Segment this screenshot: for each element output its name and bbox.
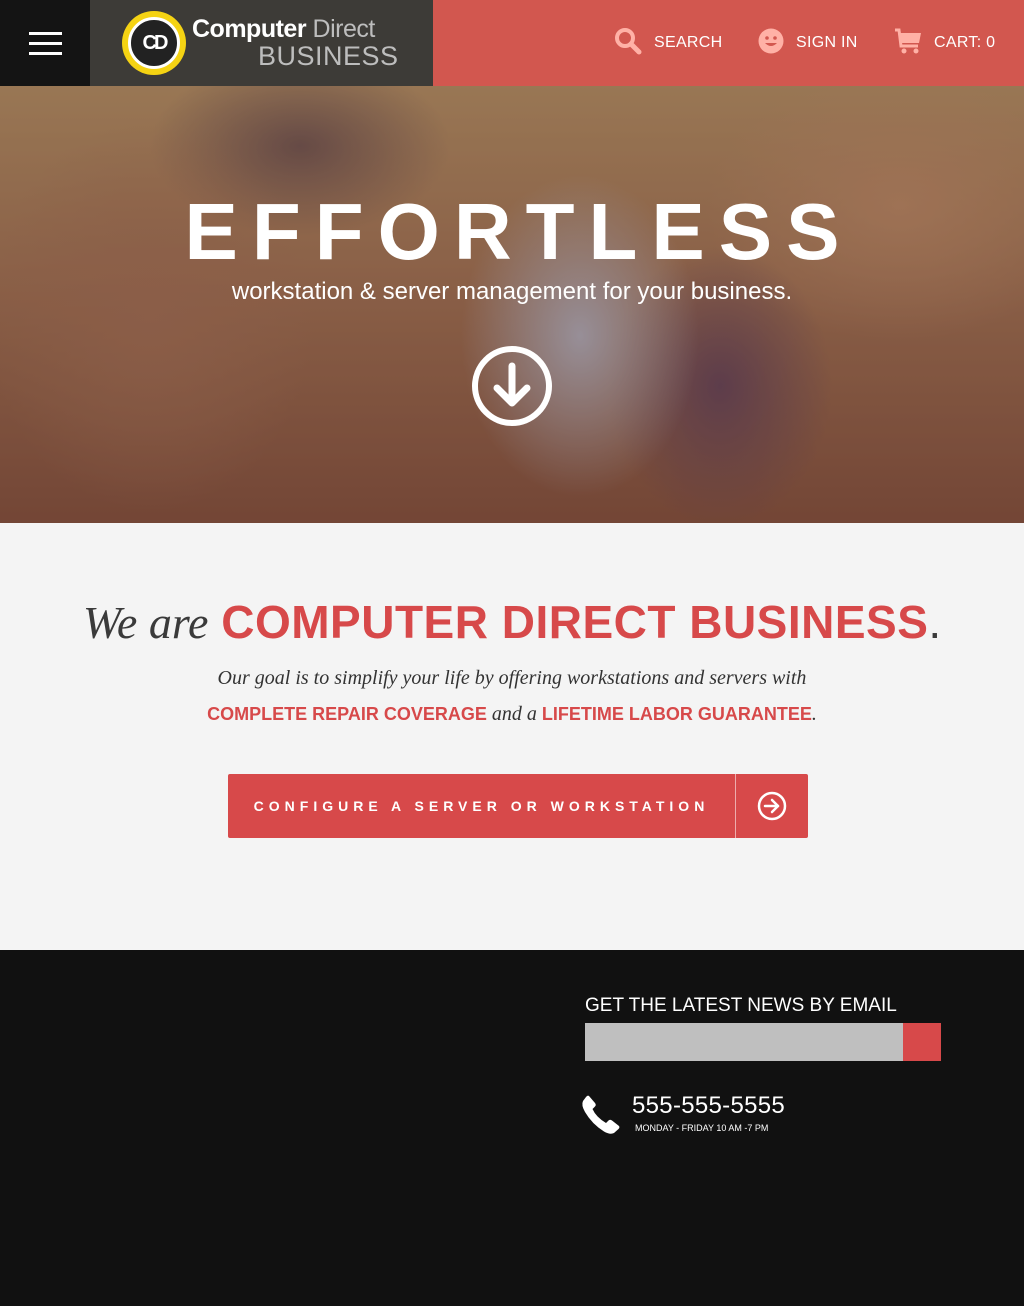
phone-icon xyxy=(580,1093,622,1140)
configure-button[interactable]: CONFIGURE A SERVER OR WORKSTATION xyxy=(228,774,808,838)
search-icon xyxy=(614,27,642,60)
sign-in-label: SIGN IN xyxy=(796,34,858,51)
sign-in-button[interactable]: SIGN IN xyxy=(758,0,858,86)
logo-wordmark: Computer Direct BUSINESS xyxy=(192,14,399,71)
search-button[interactable]: SEARCH xyxy=(614,0,722,86)
intro-heading: We are COMPUTER DIRECT BUSINESS. xyxy=(82,596,942,648)
arrow-right-circle-icon xyxy=(736,774,808,838)
hero-subtitle: workstation & server management for your… xyxy=(231,278,793,305)
hero-banner: EFFORTLESS workstation & server manageme… xyxy=(0,86,1024,523)
intro-description-line2: COMPLETE REPAIR COVERAGE and a LIFETIME … xyxy=(207,703,817,725)
intro-description-line1: Our goal is to simplify your life by off… xyxy=(217,667,807,689)
site-logo[interactable]: CD Computer Direct BUSINESS xyxy=(90,0,433,86)
repair-coverage-highlight: COMPLETE REPAIR COVERAGE xyxy=(207,704,487,724)
site-header: CD Computer Direct BUSINESS SEARCH SIGN … xyxy=(0,0,1024,86)
smiley-icon xyxy=(758,28,784,59)
phone-hours: MONDAY - FRIDAY 10 AM -7 PM xyxy=(635,1123,769,1133)
phone-number: 555-555-5555 xyxy=(632,1092,786,1119)
hero-title: EFFORTLESS xyxy=(184,187,854,276)
configure-button-label: CONFIGURE A SERVER OR WORKSTATION xyxy=(228,774,736,838)
intro-section: We are COMPUTER DIRECT BUSINESS. Our goa… xyxy=(0,523,1024,950)
newsletter-submit-button[interactable] xyxy=(903,1023,941,1061)
cart-button[interactable]: CART: 0 xyxy=(894,0,995,86)
logo-mark: CD xyxy=(122,11,186,75)
hamburger-menu-icon[interactable] xyxy=(0,0,90,86)
site-footer: GET THE LATEST NEWS BY EMAIL 555-555-555… xyxy=(0,950,1024,1306)
cart-icon xyxy=(894,27,922,60)
labor-guarantee-highlight: LIFETIME LABOR GUARANTEE xyxy=(541,704,812,724)
arrow-down-circle-icon[interactable] xyxy=(472,346,552,426)
newsletter-title: GET THE LATEST NEWS BY EMAIL xyxy=(585,995,897,1016)
cart-label: CART: 0 xyxy=(934,34,996,51)
newsletter-email-input[interactable] xyxy=(585,1023,903,1061)
search-label: SEARCH xyxy=(654,34,723,51)
